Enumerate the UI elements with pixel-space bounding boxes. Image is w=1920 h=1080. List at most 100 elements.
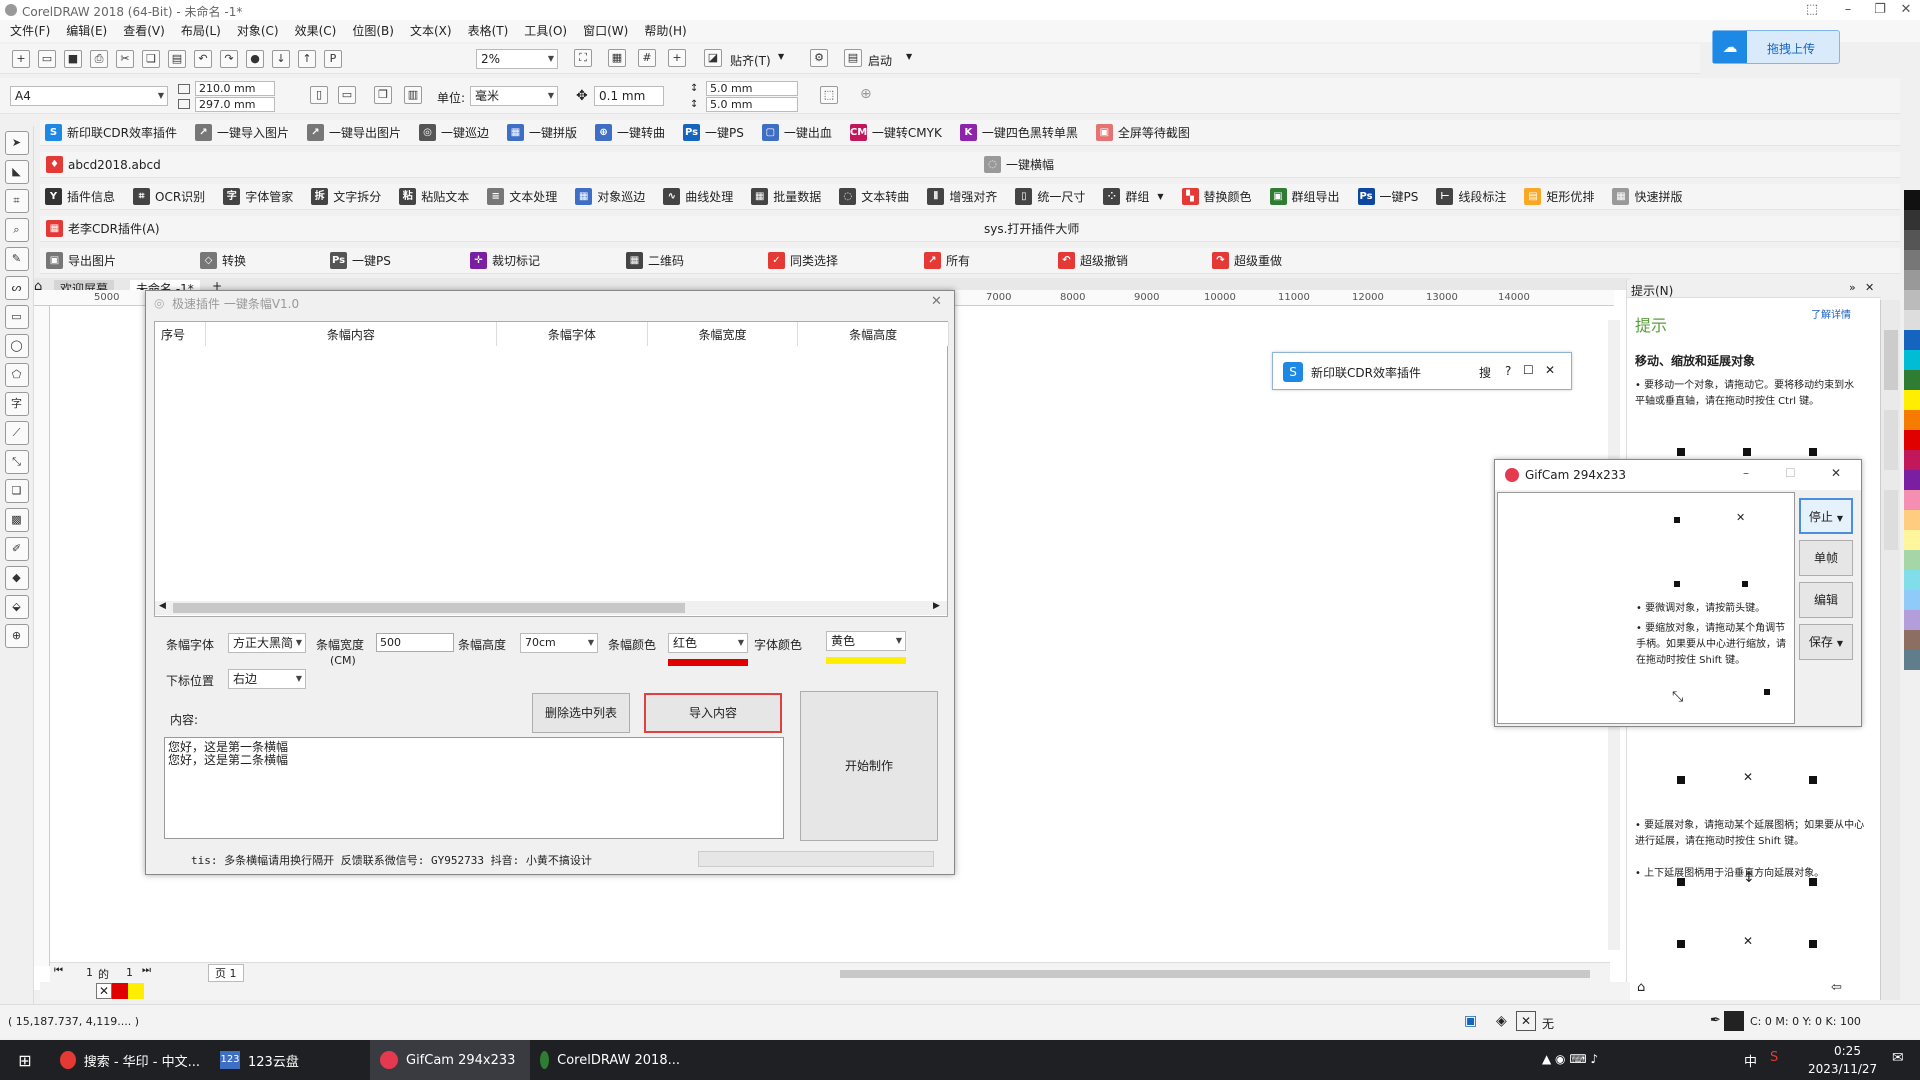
nudge-input[interactable]: 0.1 mm: [594, 86, 664, 106]
outline-color-swatch[interactable]: [1724, 1011, 1744, 1031]
content-textarea[interactable]: 您好，这是第一条横幅 您好，这是第二条横幅: [164, 737, 784, 839]
close-button[interactable]: ✕: [1896, 2, 1916, 17]
learn-more-link[interactable]: 了解详情: [1811, 306, 1855, 321]
current-page-icon[interactable]: ▥: [404, 86, 422, 104]
interactive-fill-icon[interactable]: ◆: [4, 566, 29, 590]
font-manager-button[interactable]: 字字体管家: [223, 188, 293, 205]
bleed-button[interactable]: ▢ 一键出血: [761, 124, 832, 141]
cut-icon[interactable]: ✂: [116, 50, 134, 68]
unify-size-button[interactable]: ▯ 统一尺寸: [1015, 188, 1085, 205]
convert-button[interactable]: ◇ 转换: [200, 252, 246, 269]
height-select[interactable]: 70cm: [520, 633, 598, 653]
column-header[interactable]: 条幅宽度: [647, 322, 799, 346]
canvas-scrollbar-thumb[interactable]: [840, 970, 1590, 978]
system-tray-icons[interactable]: ▲ ◉ ⌨ ♪: [1542, 1052, 1598, 1066]
rulers-icon[interactable]: ▦: [608, 49, 626, 67]
export-picture-button[interactable]: ▣ 导出图片: [46, 252, 116, 269]
scroll-left-icon[interactable]: ◀: [159, 601, 166, 611]
add-icon[interactable]: ⊕: [860, 86, 872, 102]
menu-bitmaps[interactable]: 位图(B): [344, 20, 402, 42]
maximize-button[interactable]: ❐: [1870, 2, 1890, 17]
chevron-down-icon[interactable]: ▼: [906, 52, 912, 61]
polygon-tool-icon[interactable]: ⬠: [4, 363, 29, 387]
print-icon[interactable]: ⎙: [90, 50, 108, 68]
close-button[interactable]: ✕: [1831, 466, 1841, 480]
first-page-icon[interactable]: ⏮: [54, 965, 63, 976]
ps-button[interactable]: Ps 一键PS: [683, 124, 744, 141]
menu-object[interactable]: 对象(C): [229, 20, 287, 42]
pick-tool-icon[interactable]: ➤: [4, 131, 29, 155]
rectangle-tool-icon[interactable]: ▭: [4, 305, 29, 329]
screenshot-button[interactable]: ▣ 全屏等待截图: [1095, 124, 1190, 141]
super-redo-button[interactable]: ↷ 超级重做: [1212, 252, 1282, 269]
start-button[interactable]: 开始制作: [800, 691, 938, 841]
transparency-tool-icon[interactable]: ▩: [4, 508, 29, 532]
full-screen-icon[interactable]: ⛶: [574, 49, 592, 67]
snap-icon[interactable]: ◪: [704, 49, 722, 67]
swatch[interactable]: [1904, 230, 1920, 250]
unit-select[interactable]: 毫米: [470, 86, 558, 106]
search-button[interactable]: 搜: [1479, 364, 1491, 381]
swatch[interactable]: [1904, 250, 1920, 270]
column-header[interactable]: 序号: [155, 322, 206, 346]
font-color-select[interactable]: 黄色: [826, 631, 906, 651]
object-trace-button[interactable]: ▦ 对象巡边: [575, 188, 645, 205]
notification-icon[interactable]: ✉: [1892, 1050, 1904, 1066]
home-hint-icon[interactable]: ⌂: [1637, 980, 1645, 995]
plugin-info-button[interactable]: Y 插件信息: [45, 188, 115, 205]
capture-frame[interactable]: ✕ • 要微调对象，请按箭头键。 • 要缩放对象，请拖动某个角调节手柄。如果要从…: [1497, 492, 1795, 724]
minimize-button[interactable]: –: [1838, 2, 1858, 17]
black-convert-button[interactable]: K 一键四色黑转单黑: [959, 124, 1078, 141]
minimize-button[interactable]: –: [1743, 466, 1749, 480]
line-annotation-button[interactable]: ⊢ 线段标注: [1436, 188, 1506, 205]
add-tool-icon[interactable]: ⊕: [4, 624, 29, 648]
zoom-tool-icon[interactable]: ⌕: [4, 218, 29, 242]
ellipse-tool-icon[interactable]: ◯: [4, 334, 29, 358]
rect-layout-button[interactable]: ▤ 矩形优排: [1524, 188, 1594, 205]
swatch[interactable]: [1904, 650, 1920, 670]
dialog-close-button[interactable]: ✕: [931, 294, 942, 309]
export-image-button[interactable]: ↗ 一键导出图片: [306, 124, 401, 141]
gear-icon[interactable]: ⚙: [810, 49, 828, 67]
stop-button[interactable]: 停止 ▼: [1799, 498, 1853, 534]
ocr-button[interactable]: ⌗ OCR识别: [133, 188, 205, 205]
open-icon[interactable]: ▭: [38, 50, 56, 68]
swatch[interactable]: [1904, 210, 1920, 230]
batch-data-button[interactable]: ▦ 批量数据: [751, 188, 821, 205]
quick-layout-button[interactable]: ▦ 快速拼版: [1612, 188, 1682, 205]
zoom-select[interactable]: 2%: [476, 49, 558, 69]
color-proof-icon[interactable]: ▣: [1464, 1013, 1477, 1029]
swatch[interactable]: [1904, 430, 1920, 450]
collapse-icon[interactable]: »: [1849, 281, 1856, 294]
file-plugin-button[interactable]: ♦ abcd2018.abcd: [46, 156, 161, 173]
red-swatch[interactable]: [112, 983, 128, 999]
banner-list-table[interactable]: 序号 条幅内容 条幅字体 条幅宽度 条幅高度 ◀ ▶: [154, 321, 949, 617]
swatch[interactable]: [1904, 570, 1920, 590]
swatch[interactable]: [1904, 450, 1920, 470]
menu-tools[interactable]: 工具(O): [516, 20, 575, 42]
crop-tool-icon[interactable]: ⌗: [4, 189, 29, 213]
trace-edge-button[interactable]: ◎ 一键巡边: [419, 124, 489, 141]
column-header[interactable]: 条幅高度: [797, 322, 949, 346]
help-button[interactable]: ?: [1505, 364, 1511, 378]
swatch[interactable]: [1904, 350, 1920, 370]
swatch[interactable]: [1904, 330, 1920, 350]
maximize-icon[interactable]: ☐: [1523, 363, 1534, 377]
same-type-select-button[interactable]: ✓ 同类选择: [768, 252, 838, 269]
swatch[interactable]: [1904, 490, 1920, 510]
tab-object-manager[interactable]: [1884, 490, 1898, 550]
ps-button-3[interactable]: Ps 一键PS: [330, 252, 391, 269]
import-image-button[interactable]: ↗ 一键导入图片: [194, 124, 289, 141]
swatch[interactable]: [1904, 190, 1920, 210]
grid-icon[interactable]: #: [638, 49, 656, 67]
menu-file[interactable]: 文件(F): [2, 20, 58, 42]
ime-indicator[interactable]: 中: [1744, 1051, 1757, 1070]
tab-page-1[interactable]: 页 1: [208, 964, 244, 982]
portrait-icon[interactable]: ▯: [310, 86, 328, 104]
page-size-select[interactable]: A4: [10, 86, 168, 106]
swatch[interactable]: [1904, 610, 1920, 630]
xinyin-plugin-button[interactable]: S 新印联CDR效率插件: [45, 124, 177, 141]
horizontal-scrollbar[interactable]: ◀ ▶: [155, 601, 947, 615]
column-header[interactable]: 条幅字体: [496, 322, 648, 346]
duplicate-x-input[interactable]: 5.0 mm: [706, 81, 798, 96]
